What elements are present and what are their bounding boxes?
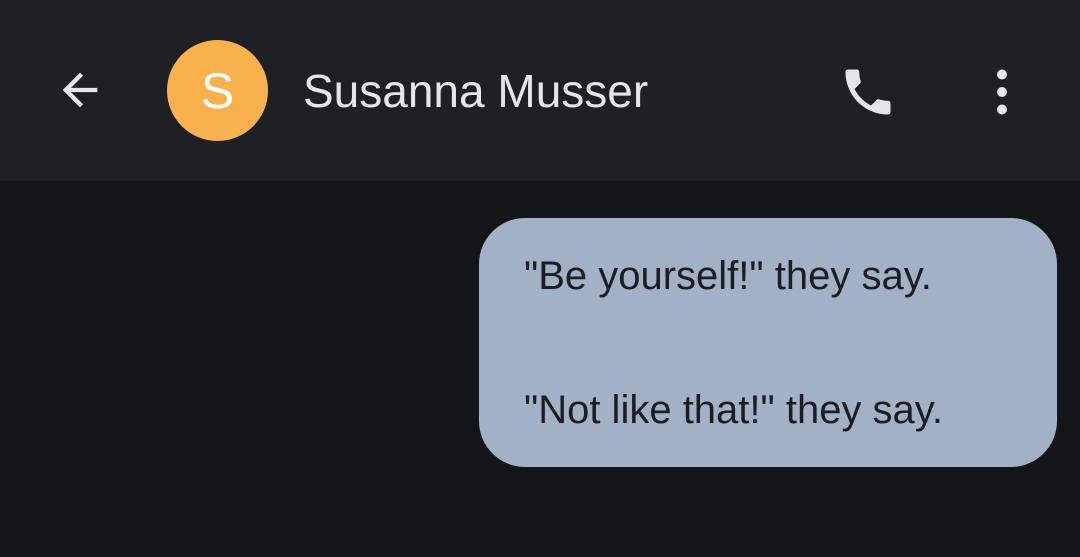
phone-icon <box>845 69 891 115</box>
message-thread: "Be yourself!" they say. "Not like that!… <box>0 181 1080 557</box>
message-line: "Be yourself!" they say. <box>524 254 932 298</box>
arrow-left-icon <box>62 72 98 108</box>
more-options-button[interactable] <box>962 50 1042 134</box>
back-button[interactable] <box>40 50 120 130</box>
outgoing-message-bubble[interactable]: "Be yourself!" they say. "Not like that!… <box>479 218 1057 467</box>
avatar-initial: S <box>200 62 235 119</box>
call-button[interactable] <box>826 50 910 134</box>
conversation-header: S Susanna Musser <box>0 0 1080 181</box>
more-vertical-icon <box>997 69 1007 115</box>
contact-avatar[interactable]: S <box>167 40 268 141</box>
contact-name[interactable]: Susanna Musser <box>303 62 648 120</box>
messaging-app: S Susanna Musser "Be yourself!" they say… <box>0 0 1080 557</box>
message-line: "Not like that!" they say. <box>524 388 943 432</box>
